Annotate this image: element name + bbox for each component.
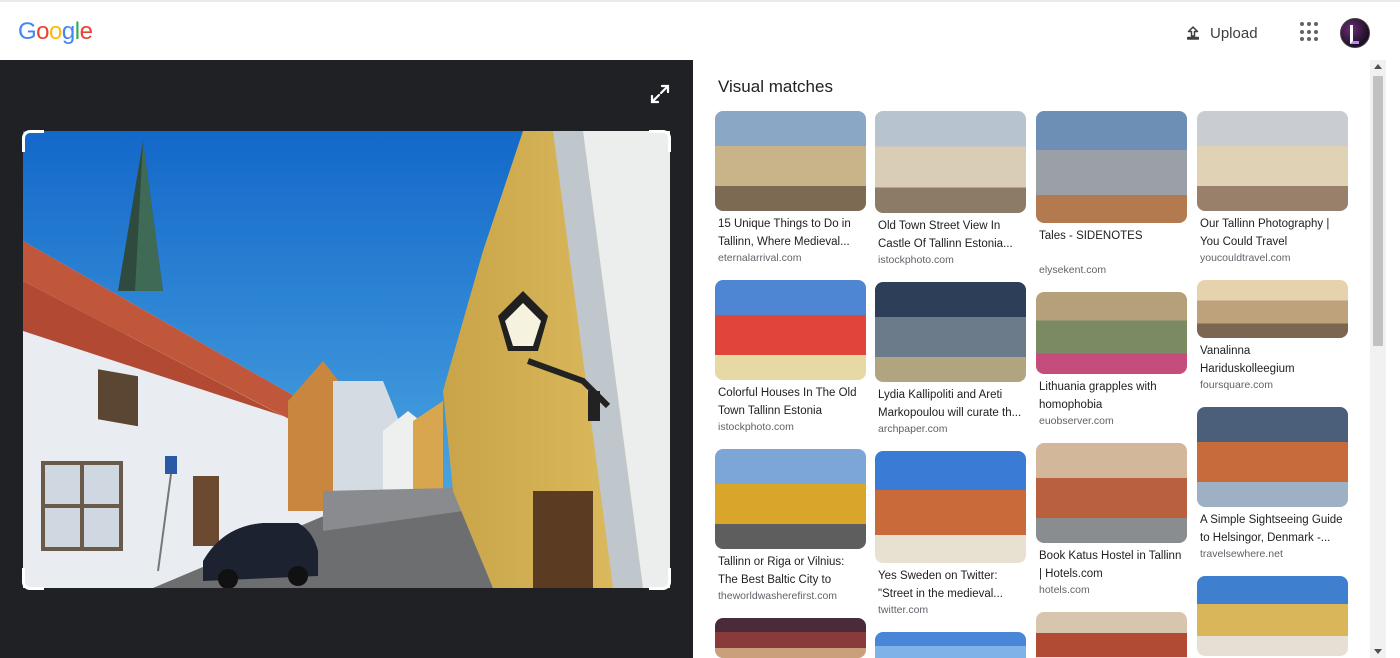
result-title[interactable]: Yes Sweden on Twitter: "Street in the me… bbox=[875, 567, 1026, 603]
result-card[interactable] bbox=[715, 618, 866, 658]
scroll-thumb[interactable] bbox=[1373, 76, 1383, 346]
top-bar: Google Upload bbox=[0, 0, 1400, 60]
result-thumbnail[interactable] bbox=[1197, 576, 1348, 656]
result-title[interactable]: Lydia Kallipoliti and Areti Markopoulou … bbox=[875, 386, 1026, 422]
upload-icon bbox=[1187, 26, 1199, 40]
result-source: istockphoto.com bbox=[718, 421, 794, 433]
results-column: Our Tallinn Photography | You Could Trav… bbox=[1197, 111, 1348, 658]
result-title[interactable]: Old Town Street View In Castle Of Tallin… bbox=[875, 217, 1026, 253]
result-thumbnail[interactable] bbox=[1036, 292, 1187, 374]
result-thumbnail[interactable] bbox=[1197, 280, 1348, 338]
logo-letter: o bbox=[49, 18, 62, 45]
result-thumbnail[interactable] bbox=[875, 451, 1026, 563]
result-thumbnail[interactable] bbox=[715, 449, 866, 549]
section-title: Visual matches bbox=[718, 77, 833, 96]
logo-letter: g bbox=[61, 18, 75, 45]
result-card[interactable]: Tallinn or Riga or Vilnius: The Best Bal… bbox=[715, 449, 866, 602]
result-title[interactable]: Tales - SIDENOTES bbox=[1036, 227, 1187, 263]
result-title[interactable]: 15 Unique Things to Do in Tallinn, Where… bbox=[715, 215, 866, 251]
result-card[interactable]: 15 Unique Things to Do in Tallinn, Where… bbox=[715, 111, 866, 264]
result-card[interactable]: Colorful Houses In The Old Town Tallinn … bbox=[715, 280, 866, 433]
google-logo[interactable]: Google bbox=[18, 18, 93, 46]
result-source: eternalarrival.com bbox=[718, 252, 802, 264]
logo-letter: o bbox=[36, 18, 50, 45]
result-source: euobserver.com bbox=[1039, 415, 1114, 427]
result-source: hotels.com bbox=[1039, 584, 1090, 596]
result-source: elysekent.com bbox=[1039, 264, 1107, 276]
result-thumbnail[interactable] bbox=[1197, 407, 1348, 507]
result-card[interactable] bbox=[1197, 576, 1348, 656]
result-title[interactable]: Book Katus Hostel in Tallinn | Hotels.co… bbox=[1036, 547, 1187, 583]
result-thumbnail[interactable] bbox=[875, 111, 1026, 213]
result-title[interactable]: Vanalinna Hariduskolleegium bbox=[1197, 342, 1348, 378]
result-card[interactable]: Our Tallinn Photography | You Could Trav… bbox=[1197, 111, 1348, 264]
result-card[interactable]: Vanalinna Hariduskolleegium foursquare.co… bbox=[1197, 280, 1348, 391]
result-source: twitter.com bbox=[878, 604, 929, 616]
result-source: foursquare.com bbox=[1200, 379, 1273, 391]
crop-handle-top-left[interactable] bbox=[22, 130, 44, 152]
crop-handle-bottom-left[interactable] bbox=[22, 568, 44, 590]
results-column: Old Town Street View In Castle Of Tallin… bbox=[875, 111, 1026, 658]
result-card[interactable]: Yes Sweden on Twitter: "Street in the me… bbox=[875, 451, 1026, 616]
result-thumbnail[interactable] bbox=[715, 280, 866, 380]
result-thumbnail[interactable] bbox=[875, 632, 1026, 658]
expand-icon[interactable] bbox=[648, 82, 672, 106]
result-thumbnail[interactable] bbox=[715, 618, 866, 658]
upload-button[interactable]: Upload bbox=[1184, 20, 1258, 46]
crop-handle-bottom-right[interactable] bbox=[649, 568, 671, 590]
result-thumbnail[interactable] bbox=[875, 282, 1026, 382]
account-avatar[interactable] bbox=[1340, 18, 1370, 48]
result-source: theworldwasherefirst.com bbox=[718, 590, 838, 602]
scroll-up-icon[interactable] bbox=[1374, 64, 1382, 69]
result-thumbnail[interactable] bbox=[1036, 111, 1187, 223]
result-title[interactable]: Tallinn or Riga or Vilnius: The Best Bal… bbox=[715, 553, 866, 589]
query-image[interactable] bbox=[23, 131, 670, 588]
result-thumbnail[interactable] bbox=[1036, 612, 1187, 658]
result-card[interactable]: Book Katus Hostel in Tallinn | Hotels.co… bbox=[1036, 443, 1187, 596]
result-thumbnail[interactable] bbox=[715, 111, 866, 211]
result-source: archpaper.com bbox=[878, 423, 948, 435]
result-title[interactable]: Colorful Houses In The Old Town Tallinn … bbox=[715, 384, 866, 420]
result-card[interactable]: Old Town Street View In Castle Of Tallin… bbox=[875, 111, 1026, 266]
apps-grid-icon[interactable] bbox=[1300, 22, 1320, 42]
result-title[interactable]: Lithuania grapples with homophobia bbox=[1036, 378, 1187, 414]
result-title[interactable]: A Simple Sightseeing Guide to Helsingor,… bbox=[1197, 511, 1348, 547]
result-thumbnail[interactable] bbox=[1036, 443, 1187, 543]
result-card[interactable]: A Simple Sightseeing Guide to Helsingor,… bbox=[1197, 407, 1348, 560]
results-column: 15 Unique Things to Do in Tallinn, Where… bbox=[715, 111, 866, 658]
results-column: Tales - SIDENOTES elysekent.com Lithuania … bbox=[1036, 111, 1187, 658]
window-edge bbox=[1386, 60, 1400, 658]
result-source: youcouldtravel.com bbox=[1200, 252, 1291, 264]
crop-handle-top-right[interactable] bbox=[649, 130, 671, 152]
result-card[interactable]: Lydia Kallipoliti and Areti Markopoulou … bbox=[875, 282, 1026, 435]
result-thumbnail[interactable] bbox=[1197, 111, 1348, 211]
logo-letter: G bbox=[18, 18, 37, 45]
result-source: istockphoto.com bbox=[878, 254, 954, 266]
scrollbar[interactable] bbox=[1370, 60, 1386, 658]
logo-letter: e bbox=[79, 18, 93, 45]
result-card[interactable] bbox=[875, 632, 1026, 658]
results-panel: Visual matches 15 Unique Things to Do in… bbox=[693, 60, 1370, 658]
result-card[interactable]: Tales - SIDENOTES elysekent.com bbox=[1036, 111, 1187, 276]
result-title[interactable]: Our Tallinn Photography | You Could Trav… bbox=[1197, 215, 1348, 251]
result-source: travelsewhere.net bbox=[1200, 548, 1283, 560]
result-card[interactable]: Lithuania grapples with homophobia euobse… bbox=[1036, 292, 1187, 427]
result-card[interactable] bbox=[1036, 612, 1187, 658]
scroll-down-icon[interactable] bbox=[1374, 649, 1382, 654]
upload-label: Upload bbox=[1210, 24, 1258, 42]
